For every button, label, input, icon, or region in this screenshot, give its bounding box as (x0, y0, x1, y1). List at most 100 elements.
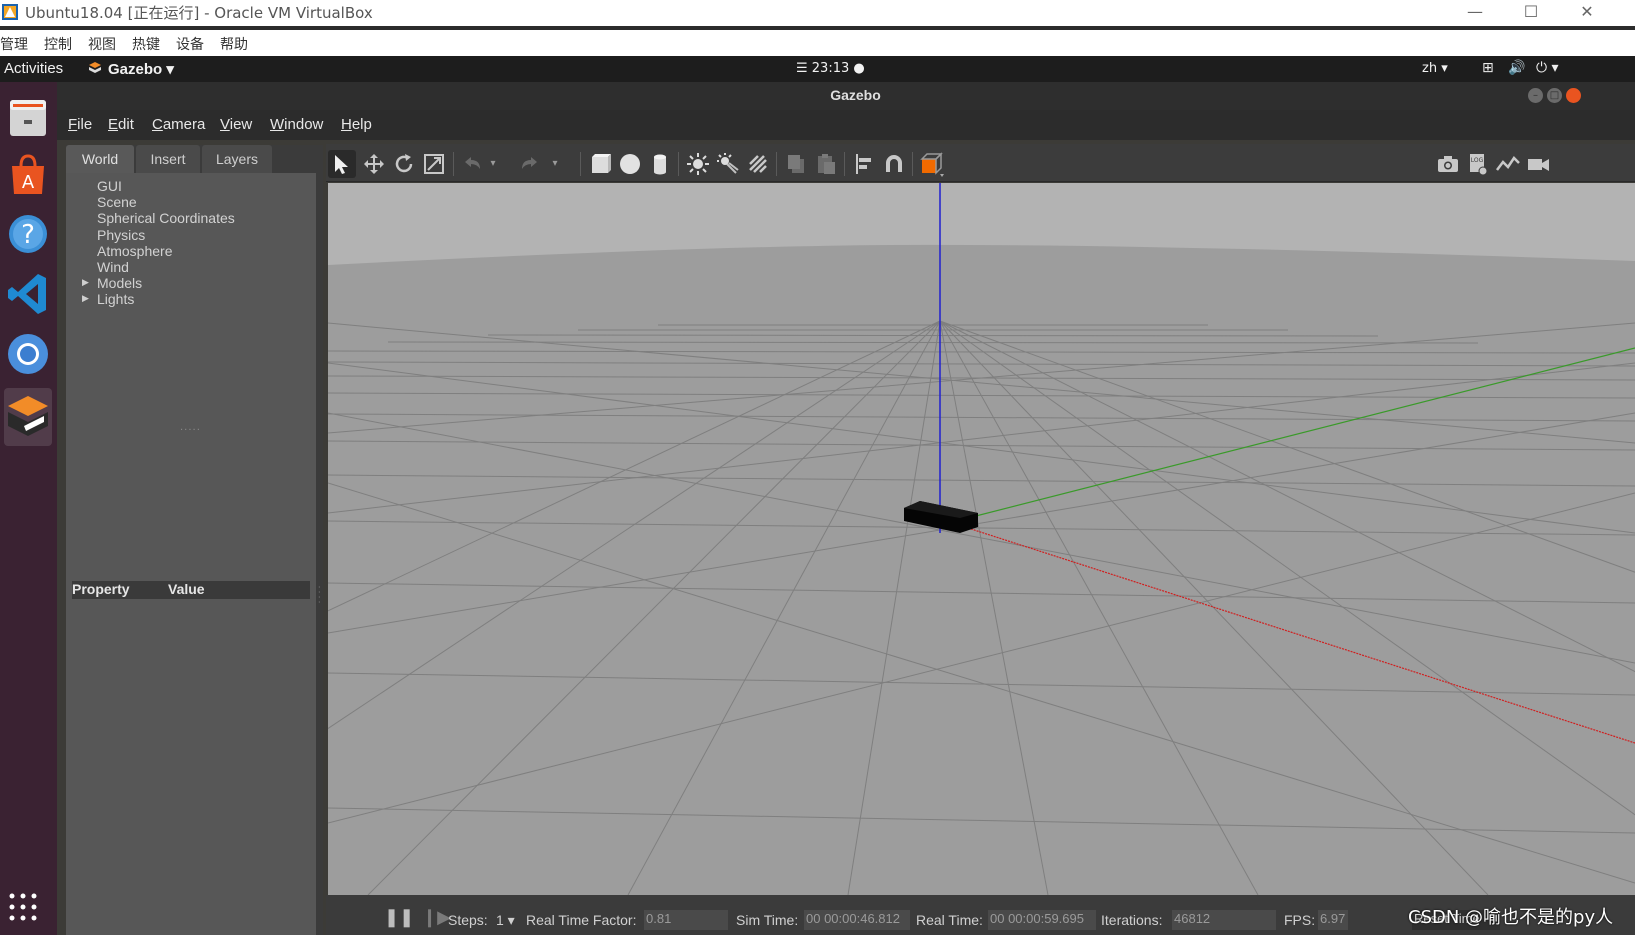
chromium-launcher[interactable] (4, 328, 52, 380)
scale-mode-button[interactable] (420, 150, 448, 178)
undo-button[interactable] (458, 150, 486, 178)
menu-window[interactable]: Window (270, 116, 323, 133)
input-method-indicator[interactable]: zh ▾ (1422, 61, 1448, 76)
insert-directional-light-button[interactable] (744, 150, 772, 178)
insert-spot-light-button[interactable] (714, 150, 742, 178)
tree-item-atmosphere[interactable]: Atmosphere (97, 243, 172, 259)
ubuntu-dock: A ? (0, 82, 57, 935)
tab-world[interactable]: World (66, 145, 134, 173)
value-column-header[interactable]: Value (168, 581, 205, 597)
fps-label: FPS: (1284, 912, 1316, 928)
menu-view[interactable]: View (220, 116, 252, 133)
menu-control[interactable]: 控制 (44, 34, 72, 54)
gazebo-maximize-button[interactable]: □ (1547, 88, 1562, 103)
insert-point-light-button[interactable] (684, 150, 712, 178)
menu-camera[interactable]: Camera (152, 116, 205, 133)
copy-button[interactable] (782, 150, 810, 178)
iterations-label: Iterations: (1101, 912, 1163, 928)
tree-item-wind[interactable]: Wind (97, 259, 129, 275)
menu-hotkeys[interactable]: 热键 (132, 34, 160, 54)
vscode-launcher[interactable] (4, 268, 52, 320)
insert-cylinder-button[interactable] (646, 150, 674, 178)
maximize-button[interactable]: ☐ (1508, 0, 1554, 26)
pause-button[interactable]: ❚❚ (384, 907, 414, 928)
copy-icon (788, 155, 804, 173)
tab-insert[interactable]: Insert (136, 145, 200, 173)
view-angle-button[interactable] (918, 150, 946, 178)
gazebo-close-button[interactable] (1566, 88, 1581, 103)
real-time-factor-label: Real Time Factor: (526, 912, 637, 928)
sphere-icon (620, 154, 640, 174)
menu-devices[interactable]: 设备 (176, 34, 204, 54)
paste-icon (818, 154, 835, 174)
view-angle-icon (920, 152, 944, 177)
tree-item-gui[interactable]: GUI (97, 178, 122, 194)
toolbar-separator (678, 152, 679, 176)
tree-item-physics[interactable]: Physics (97, 227, 145, 243)
clock[interactable]: ☰ 23:13 ● (796, 61, 865, 76)
main-splitter[interactable]: · · · · (316, 145, 323, 935)
toolbar-separator (844, 152, 845, 176)
software-launcher[interactable]: A (4, 148, 52, 200)
insert-sphere-button[interactable] (616, 150, 644, 178)
translate-mode-button[interactable] (360, 150, 388, 178)
insert-box-button[interactable] (586, 150, 614, 178)
power-icon[interactable]: ⏻ ▾ (1536, 60, 1559, 76)
snap-button[interactable] (880, 150, 908, 178)
tree-item-models[interactable]: Models (97, 275, 142, 291)
minimize-button[interactable]: — (1452, 0, 1498, 26)
menu-help[interactable]: Help (341, 116, 372, 133)
menu-file[interactable]: File (68, 116, 92, 133)
log-icon: LOG (1470, 154, 1488, 176)
help-launcher[interactable]: ? (4, 208, 52, 260)
redo-history-dropdown[interactable]: ▾ (548, 150, 562, 178)
plot-button[interactable] (1494, 150, 1522, 178)
expand-arrow-icon[interactable]: ▶ (82, 294, 89, 304)
select-icon (335, 155, 348, 174)
volume-icon[interactable]: 🔊 (1508, 60, 1525, 76)
directional-light-icon (749, 155, 767, 173)
chromium-icon (8, 334, 48, 374)
rotate-mode-button[interactable] (390, 150, 418, 178)
tree-item-scene[interactable]: Scene (97, 194, 137, 210)
files-launcher[interactable] (4, 90, 52, 142)
align-button[interactable] (850, 150, 878, 178)
expand-arrow-icon[interactable]: ▶ (82, 278, 89, 288)
gazebo-menubar: File Edit Camera View Window Help (57, 110, 1635, 140)
screenshot-button[interactable] (1434, 150, 1462, 178)
splitter-grip-icon: · · · · (318, 583, 321, 607)
undo-history-dropdown[interactable]: ▾ (486, 150, 500, 178)
left-panel: World Insert Layers GUI Scene Spherical … (66, 145, 316, 935)
menu-edit[interactable]: Edit (108, 116, 134, 133)
real-time-label: Real Time: (916, 912, 983, 928)
menu-view[interactable]: 视图 (88, 34, 116, 54)
log-button[interactable]: LOG (1464, 150, 1492, 178)
tree-item-lights[interactable]: Lights (97, 291, 134, 307)
paste-button[interactable] (812, 150, 840, 178)
world-tree: GUI Scene Spherical Coordinates Physics … (66, 173, 316, 423)
panel-splitter-handle[interactable]: ····· (180, 425, 201, 436)
steps-label: Steps: (448, 912, 488, 928)
redo-button[interactable] (516, 150, 544, 178)
align-icon (856, 154, 871, 174)
gazebo-minimize-button[interactable]: – (1528, 88, 1543, 103)
gazebo-launcher[interactable] (4, 388, 52, 446)
activities-button[interactable]: Activities (4, 60, 63, 77)
record-video-button[interactable] (1524, 150, 1552, 178)
redo-icon (522, 157, 537, 169)
close-button[interactable]: ✕ (1564, 0, 1610, 26)
network-icon[interactable]: ⊞ (1482, 60, 1494, 76)
property-column-header[interactable]: Property (72, 581, 130, 597)
show-applications-button[interactable] (6, 890, 40, 924)
menu-manage[interactable]: 管理 (0, 34, 28, 54)
step-button[interactable]: ❙▶ (422, 907, 451, 928)
tab-layers[interactable]: Layers (202, 145, 272, 173)
select-mode-button[interactable] (328, 150, 356, 178)
app-menu-button[interactable]: Gazebo ▾ (108, 60, 174, 78)
menu-help[interactable]: 帮助 (220, 34, 248, 54)
property-panel: ····· Property Value (66, 423, 316, 935)
tree-item-spherical-coordinates[interactable]: Spherical Coordinates (97, 210, 235, 226)
scene-viewport[interactable] (328, 183, 1635, 895)
svg-text:LOG: LOG (1471, 157, 1484, 164)
steps-spinbox[interactable]: 1 ▾ (496, 912, 515, 929)
